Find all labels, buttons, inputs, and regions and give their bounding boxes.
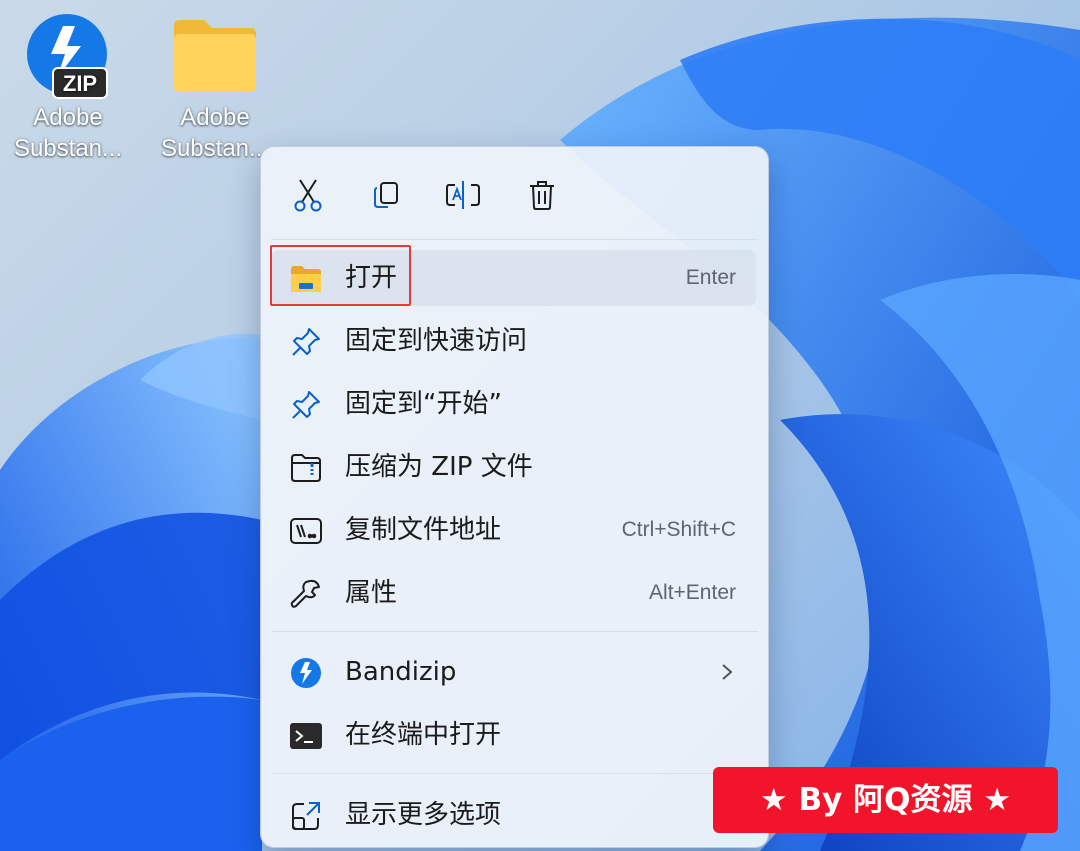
menu-item-label: 在终端中打开 xyxy=(345,720,502,750)
menu-item-compress-zip[interactable]: 压缩为 ZIP 文件 xyxy=(271,439,756,495)
desktop-icon-label-line1: Adobe xyxy=(180,104,250,131)
context-menu-toolbar xyxy=(261,147,768,239)
delete-button[interactable] xyxy=(522,175,562,215)
menu-item-properties[interactable]: 属性 Alt+Enter xyxy=(271,565,756,621)
watermark-badge: ★ By 阿Q资源 ★ xyxy=(713,767,1058,833)
menu-item-label: 压缩为 ZIP 文件 xyxy=(345,452,533,482)
menu-item-shortcut: Ctrl+Shift+C xyxy=(621,518,736,541)
desktop-icon-zip-file[interactable]: ZIP Adobe Substan... xyxy=(8,12,128,164)
more-options-icon xyxy=(289,799,323,833)
copy-icon xyxy=(374,182,398,208)
cut-icon xyxy=(294,179,322,212)
desktop-icon-label-line1: Adobe xyxy=(33,104,103,131)
menu-item-shortcut: Enter xyxy=(685,266,736,289)
svg-text:ZIP: ZIP xyxy=(63,71,97,96)
menu-item-bandizip[interactable]: Bandizip xyxy=(271,644,756,700)
copy-button[interactable] xyxy=(366,175,406,215)
pin-icon xyxy=(289,388,323,422)
menu-item-show-more-options[interactable]: 显示更多选项 xyxy=(271,787,756,843)
zip-folder-icon xyxy=(289,451,323,485)
highlight-annotation-box xyxy=(270,245,411,306)
menu-item-label: 显示更多选项 xyxy=(345,800,502,830)
rename-icon xyxy=(446,181,480,209)
menu-item-shortcut: Alt+Enter xyxy=(649,581,736,604)
copy-path-icon xyxy=(289,514,323,548)
desktop-icon-folder[interactable]: Adobe Substan... xyxy=(155,12,275,164)
rename-button[interactable] xyxy=(443,175,483,215)
bandizip-zip-icon: ZIP xyxy=(27,14,108,99)
menu-separator xyxy=(271,631,758,632)
desktop-icon-label-line2: Substan... xyxy=(160,135,270,162)
folder-icon xyxy=(174,20,256,92)
menu-item-pin-quick-access[interactable]: 固定到快速访问 xyxy=(271,313,756,369)
bandizip-icon xyxy=(289,656,323,690)
desktop-icon-label-line2: Substan... xyxy=(13,135,123,162)
delete-icon xyxy=(530,181,554,210)
pin-icon xyxy=(289,325,323,359)
cut-button[interactable] xyxy=(288,175,328,215)
menu-separator xyxy=(271,773,758,774)
menu-item-open-in-terminal[interactable]: 在终端中打开 xyxy=(271,707,756,763)
menu-item-label: 复制文件地址 xyxy=(345,515,502,545)
menu-item-pin-start[interactable]: 固定到“开始” xyxy=(271,376,756,432)
menu-separator xyxy=(271,239,758,240)
menu-item-label: 固定到“开始” xyxy=(345,389,502,419)
menu-item-label: 固定到快速访问 xyxy=(345,326,528,356)
terminal-icon xyxy=(289,719,323,753)
menu-item-label: 属性 xyxy=(345,578,398,608)
menu-item-label: Bandizip xyxy=(345,657,457,687)
menu-item-copy-path[interactable]: 复制文件地址 Ctrl+Shift+C xyxy=(271,502,756,558)
wrench-icon xyxy=(289,577,323,611)
chevron-right-icon xyxy=(722,664,733,680)
